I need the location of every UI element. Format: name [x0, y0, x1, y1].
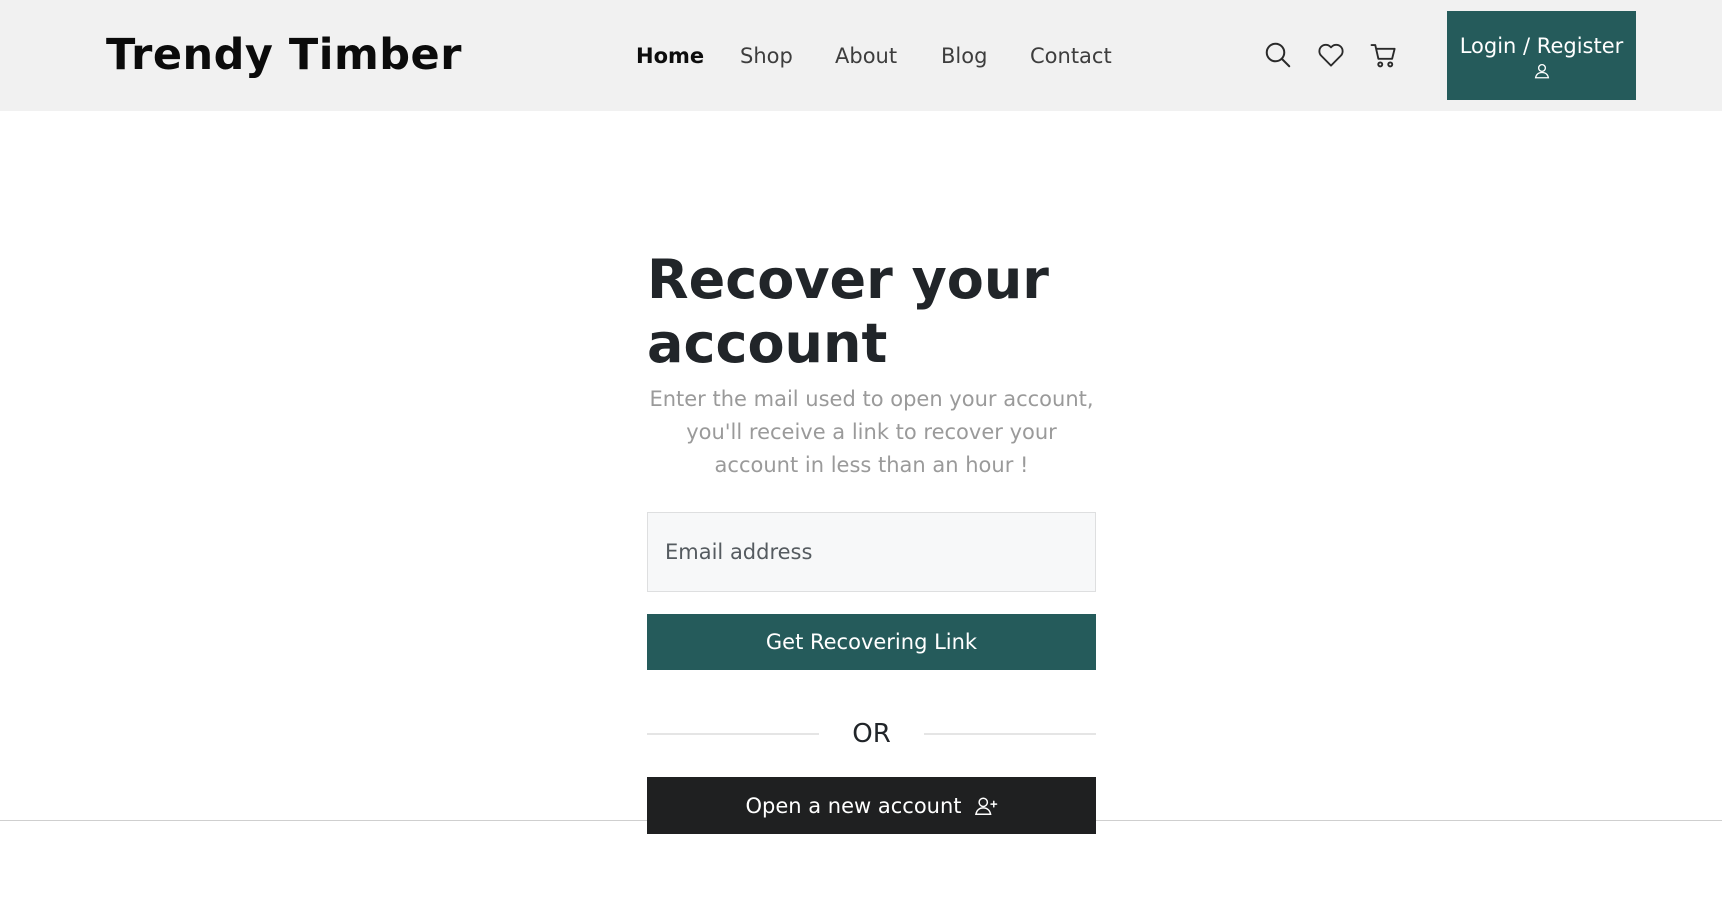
- recover-description: Enter the mail used to open your account…: [649, 387, 1094, 477]
- page-title: Recover your account: [647, 248, 1049, 375]
- login-register-button[interactable]: Login / Register: [1447, 11, 1636, 100]
- email-field[interactable]: [647, 512, 1096, 592]
- nav-about[interactable]: About: [835, 44, 897, 68]
- nav-contact[interactable]: Contact: [1030, 44, 1112, 68]
- nav-shop[interactable]: Shop: [740, 44, 793, 68]
- or-divider: OR: [852, 719, 891, 749]
- page: Trendy Timber Home Shop About Blog Conta…: [0, 0, 1722, 920]
- site-header: Trendy Timber Home Shop About Blog Conta…: [0, 0, 1722, 111]
- nav-blog[interactable]: Blog: [941, 44, 987, 68]
- open-new-account-label: Open a new account: [745, 793, 962, 818]
- divider-line-right: [924, 733, 1096, 735]
- divider-line-left: [647, 733, 819, 735]
- open-new-account-button[interactable]: Open a new account: [647, 777, 1096, 834]
- user-plus-icon: [974, 796, 997, 815]
- nav-home[interactable]: Home: [636, 44, 704, 68]
- search-icon[interactable]: [1262, 39, 1294, 71]
- brand-logo[interactable]: Trendy Timber: [106, 30, 462, 80]
- get-recovering-link-button[interactable]: Get Recovering Link: [647, 614, 1096, 670]
- login-register-label: Login / Register: [1459, 33, 1624, 58]
- heart-icon[interactable]: [1315, 39, 1347, 71]
- cart-icon[interactable]: [1368, 39, 1400, 71]
- user-icon: [1534, 63, 1549, 78]
